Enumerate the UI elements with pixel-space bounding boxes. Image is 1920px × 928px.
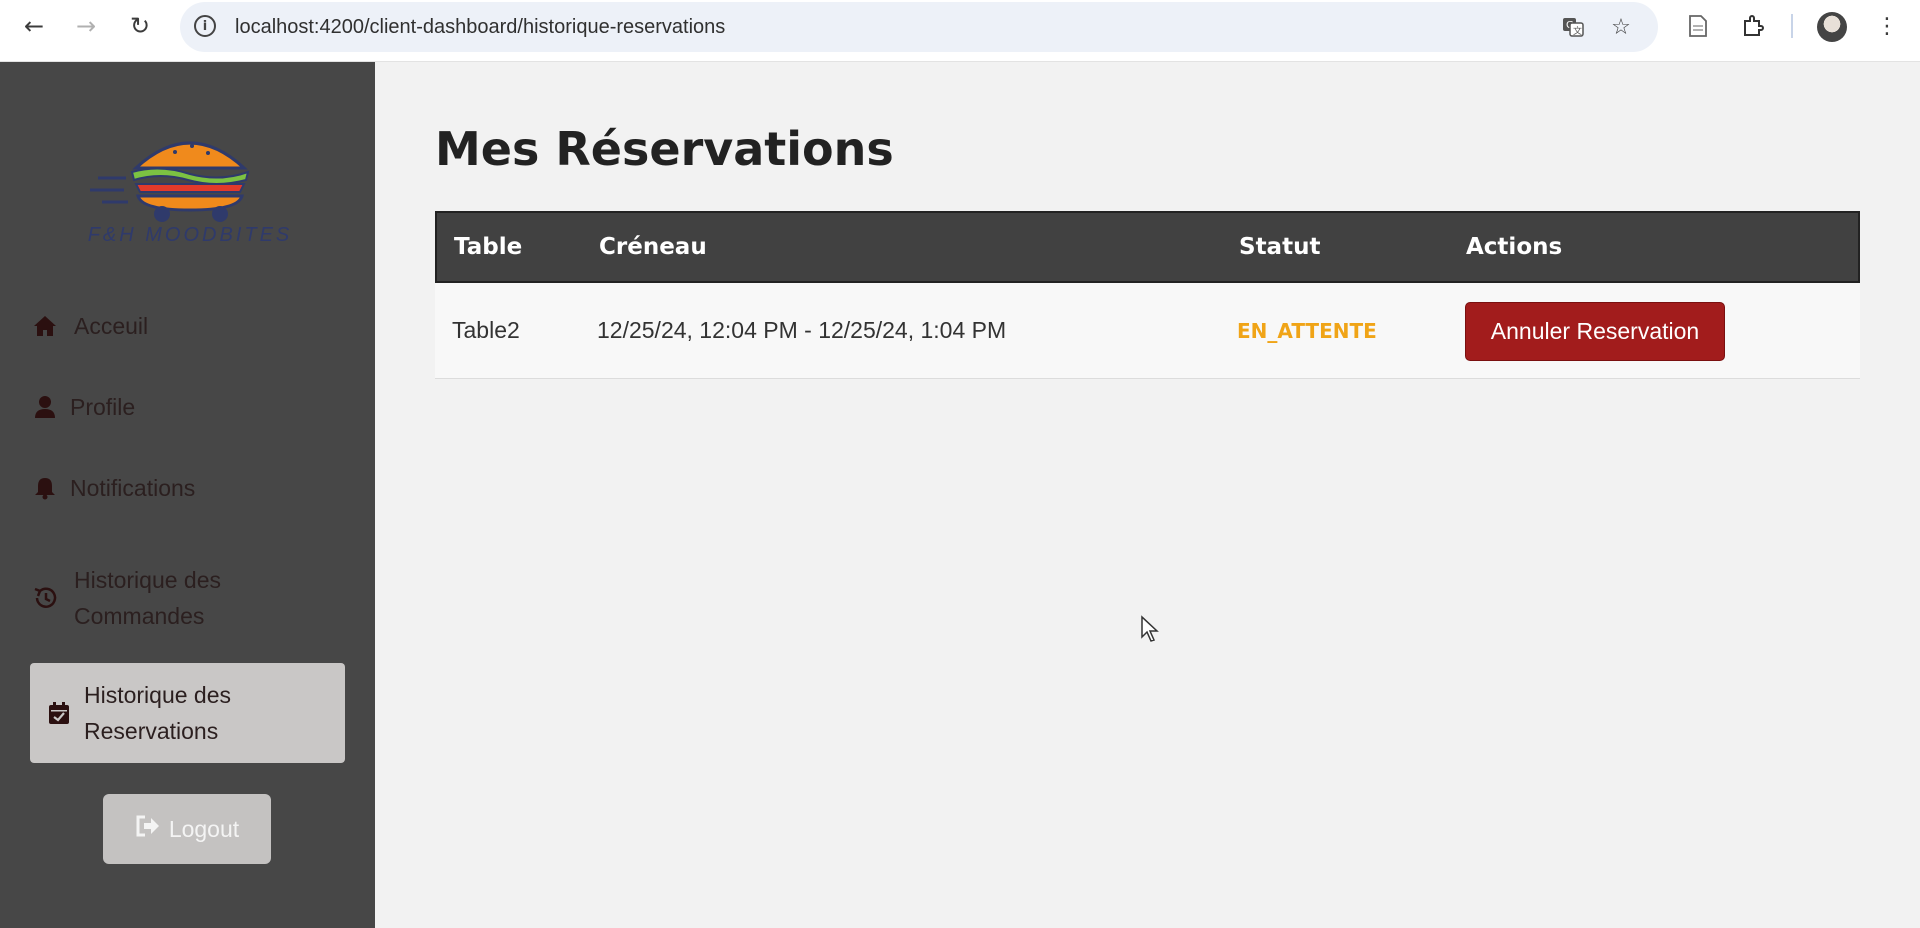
table-header: Table Créneau Statut Actions [435,211,1860,283]
reservations-table: Table Créneau Statut Actions Table2 12/2… [435,211,1860,379]
sign-out-icon [135,815,161,843]
cell-creneau: 12/25/24, 12:04 PM - 12/25/24, 1:04 PM [597,317,1007,343]
burger-logo-icon [90,141,250,222]
address-bar[interactable]: i localhost:4200/client-dashboard/histor… [180,2,1658,52]
sidebar: F&H MOODBITES Acceuil Profile Notificati… [0,62,375,928]
column-header-creneau: Créneau [599,234,707,260]
calendar-check-icon [44,698,74,728]
sidebar-item-notifications[interactable]: Notifications [30,470,345,506]
url-text[interactable]: localhost:4200/client-dashboard/historiq… [235,16,725,39]
site-info-icon[interactable]: i [194,15,216,37]
column-header-table: Table [454,234,523,260]
sidebar-item-acceuil[interactable]: Acceuil [30,308,345,344]
translate-icon[interactable]: G文 [1560,14,1586,40]
column-header-actions: Actions [1466,234,1563,260]
column-header-statut: Statut [1239,234,1321,260]
status-badge: EN_ATTENTE [1237,318,1377,343]
sidebar-item-historique-reservations[interactable]: Historique des Reservations [30,663,345,763]
browser-toolbar: ← → ↻ i localhost:4200/client-dashboard/… [0,0,1920,62]
history-icon [30,583,60,613]
cell-table: Table2 [452,317,520,343]
bookmark-star-icon[interactable]: ☆ [1608,14,1634,40]
logout-label: Logout [168,815,240,842]
reload-icon[interactable]: ↻ [126,12,154,40]
back-icon[interactable]: ← [20,12,48,40]
sidebar-item-historique-commandes[interactable]: Historique des Commandes [30,562,330,634]
extensions-icon[interactable] [1739,12,1767,40]
reading-mode-icon[interactable] [1684,12,1712,40]
logout-button[interactable]: Logout [103,794,271,864]
user-icon [30,392,60,422]
sidebar-item-label: Historique des Reservations [84,682,232,744]
svg-text:文: 文 [1573,25,1582,37]
toolbar-divider [1791,14,1793,38]
home-icon [30,311,60,341]
sidebar-item-profile[interactable]: Profile [30,389,345,425]
brand-name: F&H MOODBITES [87,224,293,246]
forward-icon[interactable]: → [72,12,100,40]
page-title: Mes Réservations [435,122,894,176]
cancel-reservation-button[interactable]: Annuler Reservation [1465,302,1725,361]
sidebar-item-label: Historique des Commandes [74,567,222,629]
menu-icon[interactable]: ⋮ [1873,12,1901,40]
sidebar-item-label: Profile [70,394,136,420]
table-row: Table2 12/25/24, 12:04 PM - 12/25/24, 1:… [435,283,1860,379]
sidebar-item-label: Notifications [70,475,196,501]
bell-icon [30,473,60,503]
sidebar-item-label: Acceuil [74,313,149,339]
profile-avatar[interactable] [1817,12,1847,42]
brand-logo: F&H MOODBITES [80,126,300,246]
